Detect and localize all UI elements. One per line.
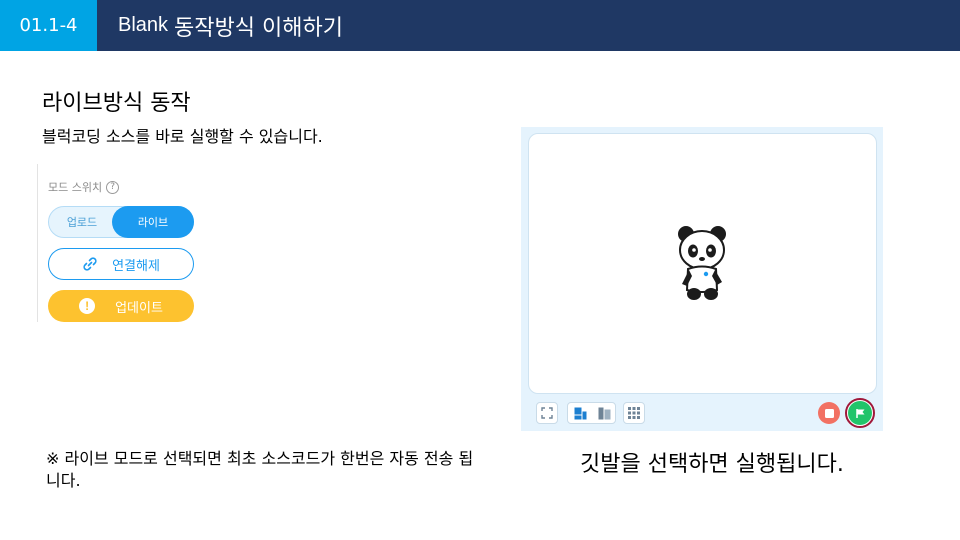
page-title: Blank 동작방식 이해하기 (118, 0, 343, 51)
small-stage-button[interactable] (568, 403, 592, 423)
section-heading: 라이브방식 동작 (42, 91, 191, 116)
mode-toggle[interactable]: 업로드 라이브 (48, 206, 194, 238)
green-flag-icon (855, 408, 864, 418)
header-bar: 01.1-4 Blank 동작방식 이해하기 (0, 0, 960, 51)
link-icon (83, 257, 97, 271)
exclamation-icon: ! (79, 298, 96, 314)
panda-sprite[interactable] (674, 224, 730, 302)
update-label: 업데이트 (115, 300, 163, 316)
disconnect-button[interactable]: 연결해제 (48, 248, 194, 280)
update-button[interactable]: ! 업데이트 (48, 290, 194, 322)
flag-caption: 깃발을 선택하면 실행됩니다. (580, 452, 844, 477)
stage-area (521, 127, 883, 431)
large-stage-button[interactable] (592, 403, 616, 423)
large-stage-layout-icon (598, 407, 610, 419)
mode-option-upload[interactable]: 업로드 (49, 207, 115, 237)
stop-icon (824, 408, 834, 418)
small-stage-layout-icon (574, 407, 586, 419)
section-number: 01.1-4 (0, 0, 97, 51)
mode-switch-label: 모드 스위치 (48, 181, 103, 194)
disconnect-label: 연결해제 (112, 258, 160, 274)
help-icon[interactable]: ? (106, 180, 120, 194)
mode-switch-label-row: 모드 스위치 ? (48, 179, 120, 195)
page-title-latin: Blank (118, 14, 169, 36)
page-title-korean: 동작방식 이해하기 (174, 15, 343, 41)
mode-panel: 모드 스위치 ? 업로드 라이브 연결해제 ! 업데이트 (37, 164, 207, 322)
fullscreen-icon (541, 407, 553, 419)
auto-transfer-note: ※ 라이브 모드로 선택되면 최초 소스코드가 한번은 자동 전송 됩니다. (46, 449, 474, 490)
grid-icon (628, 407, 640, 419)
mode-option-live[interactable]: 라이브 (112, 206, 194, 238)
fullscreen-button[interactable] (536, 402, 558, 424)
section-subheading: 블럭코딩 소스를 바로 실행할 수 있습니다. (42, 127, 323, 146)
stage-canvas[interactable] (528, 133, 877, 394)
green-flag-button[interactable] (848, 401, 872, 425)
stop-button[interactable] (818, 402, 840, 424)
stage-layout-switch[interactable] (567, 402, 616, 424)
grid-button[interactable] (623, 402, 645, 424)
